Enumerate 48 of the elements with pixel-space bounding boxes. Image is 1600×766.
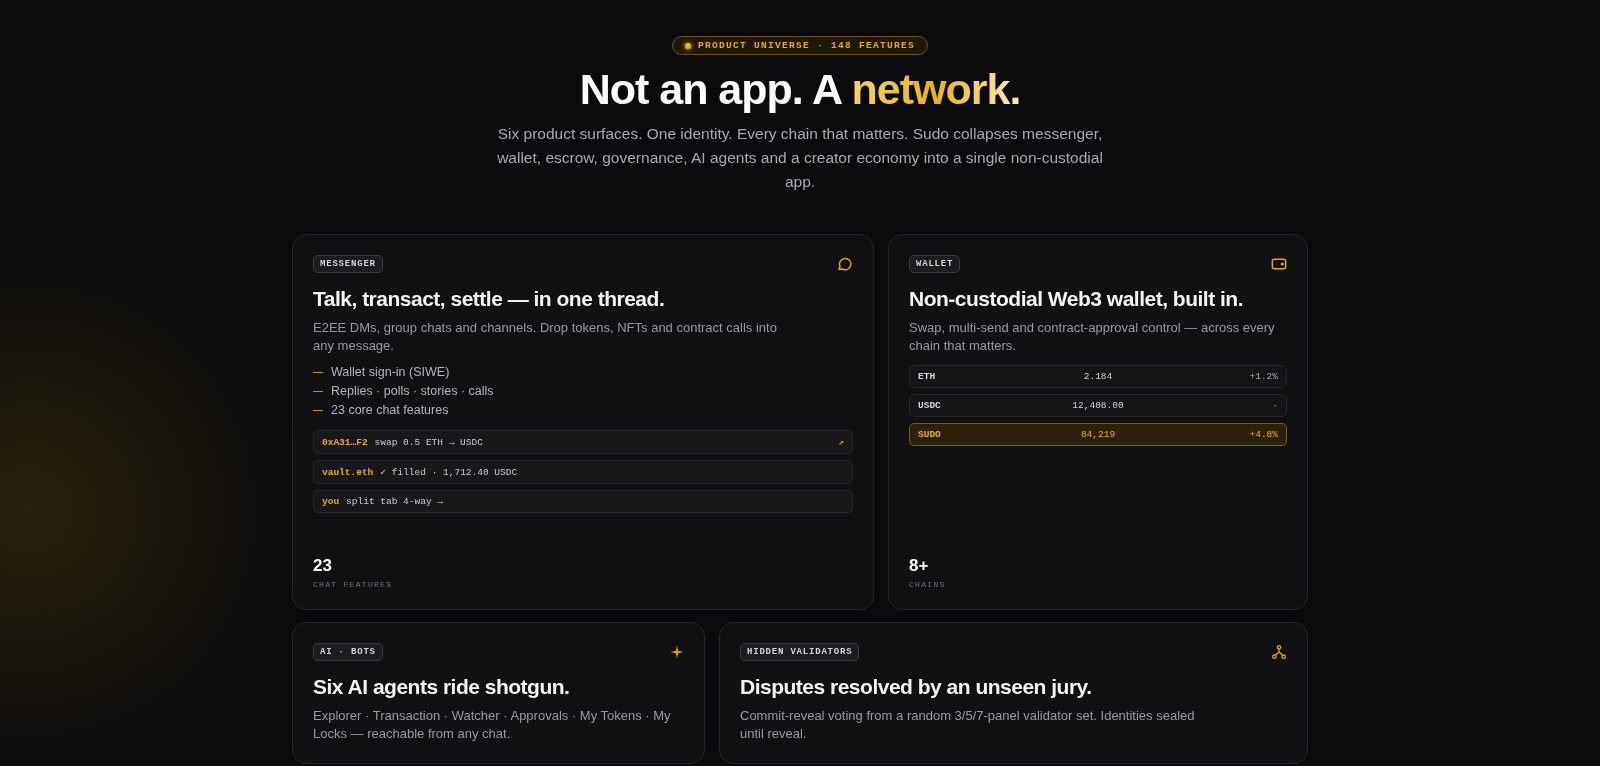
asset-row[interactable]: SUDO 84,219 +4.8% xyxy=(909,423,1287,446)
bullet-text: Replies · polls · stories · calls xyxy=(331,383,494,400)
stat-value: 23 xyxy=(313,556,333,576)
dash-marker xyxy=(313,371,323,374)
stat-label: CHAINS xyxy=(909,580,947,589)
message-text: split tab 4-way → xyxy=(346,496,444,507)
card-title: Disputes resolved by an unseen jury. xyxy=(740,675,1093,699)
dash-marker xyxy=(313,390,323,393)
card-tag: MESSENGER xyxy=(313,255,383,273)
card-title: Talk, transact, settle — in one thread. xyxy=(313,287,666,311)
message-trail: ↗ xyxy=(838,436,844,448)
asset-change: +1.2% xyxy=(1248,371,1278,382)
card-tag: AI · BOTS xyxy=(313,643,383,661)
card-description: Explorer · Transaction · Watcher · Approvals · My Tokens · My Locks — reachable from any chat. xyxy=(313,707,672,743)
asset-row[interactable]: USDC 12,408.00 · xyxy=(909,394,1287,417)
message-sender: you xyxy=(322,496,340,507)
message-sender: vault.eth xyxy=(322,466,374,478)
chat-bubble-icon xyxy=(837,256,853,272)
card-tag: WALLET xyxy=(909,255,961,273)
message-text: ✓ filled · 1,712.40 USDC xyxy=(380,466,518,478)
asset-amount: 2.184 xyxy=(1082,371,1114,382)
card-title: Six AI agents ride shotgun. xyxy=(313,675,571,699)
asset-symbol: ETH xyxy=(918,371,937,382)
sparkle-icon xyxy=(670,645,684,659)
asset-change: · xyxy=(1271,400,1278,411)
asset-change: +4.8% xyxy=(1248,429,1278,440)
card-description: E2EE DMs, group chats and channels. Drop tokens, NFTs and contract calls into any message. xyxy=(313,319,778,355)
bullet-text: Wallet sign-in (SIWE) xyxy=(331,364,450,381)
card-description: Commit-reveal voting from a random 3/5/7-panel validator set. Identities sealed until reveal. xyxy=(740,707,1196,743)
asset-symbol: USDC xyxy=(918,400,942,411)
intro-paragraph: Six product surfaces. One identity. Every chain that matters. Sudo collapses messenger, wallet, escrow, governance, AI agents and a creator economy into a single non-custodial app. xyxy=(496,124,1104,192)
message-text: swap 0.5 ETH → USDC xyxy=(374,436,483,448)
section-badge: PRODUCT UNIVERSE · 148 FEATURES xyxy=(672,36,928,55)
asset-row[interactable]: ETH 2.184 +1.2% xyxy=(909,365,1287,388)
stat-value: 8+ xyxy=(909,556,930,576)
asset-symbol: SUDO xyxy=(918,429,942,440)
stat-label: CHAT FEATURES xyxy=(313,580,394,589)
headline: Not an app. A network. xyxy=(579,65,1021,114)
card-tag: HIDDEN VALIDATORS xyxy=(740,643,860,661)
card-title: Non-custodial Web3 wallet, built in. xyxy=(909,287,1244,311)
bullet-text: 23 core chat features xyxy=(331,402,449,419)
wallet-icon xyxy=(1271,257,1287,271)
asset-amount: 12,408.00 xyxy=(1071,400,1125,411)
card-description: Swap, multi-send and contract-approval control — across every chain that matters. xyxy=(909,319,1276,355)
network-icon xyxy=(1271,644,1287,660)
message-sender: 0xA31…F2 xyxy=(322,436,368,448)
asset-amount: 84,219 xyxy=(1079,429,1117,440)
dash-marker xyxy=(313,409,323,412)
